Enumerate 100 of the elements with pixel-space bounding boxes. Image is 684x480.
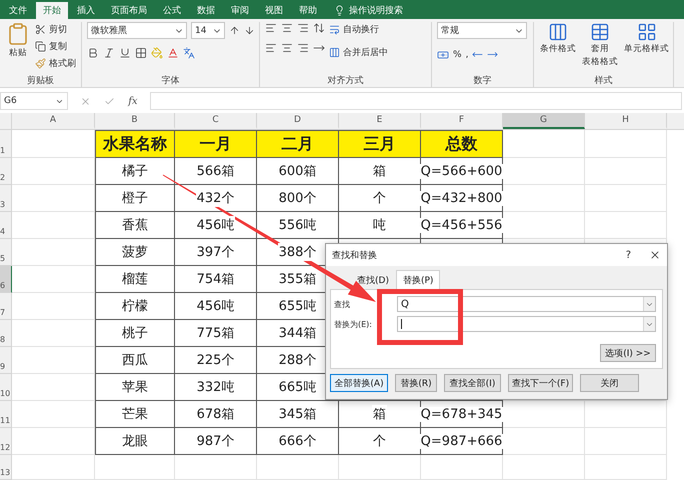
column-header[interactable]: C <box>175 113 257 129</box>
table-cell: 菠萝 <box>95 239 175 266</box>
table-cell: 西瓜 <box>95 347 175 374</box>
table-cell: 芒果 <box>95 401 175 428</box>
dialog-button[interactable]: 关闭 <box>580 374 639 392</box>
header-cell: 水果名称 <box>95 130 175 158</box>
ribbon-tab[interactable]: 公式 <box>156 2 188 19</box>
style-button[interactable]: 条件格式 <box>539 22 577 74</box>
style-button[interactable]: 单元格样式 <box>623 22 670 74</box>
dialog-button[interactable]: 全部替换(A) <box>330 374 388 392</box>
table-cell: 个 <box>339 428 421 455</box>
group-label: 数字 <box>474 74 492 87</box>
group-label: 样式 <box>594 74 612 87</box>
merge-center-button[interactable]: 合并后居中 <box>329 45 388 60</box>
header-cell: 一月 <box>175 130 257 158</box>
table-cell: 600箱 <box>257 158 339 185</box>
header-cell: 二月 <box>257 130 339 158</box>
table-cell: 香蕉 <box>95 212 175 239</box>
row-number[interactable]: 8 <box>0 320 12 347</box>
dialog-button[interactable]: 替换(R) <box>395 374 437 392</box>
table-cell: Q=432+800 <box>421 185 503 212</box>
row-number[interactable]: 7 <box>0 293 12 320</box>
table-cell: 775箱 <box>175 320 257 347</box>
table-cell: 754箱 <box>175 266 257 293</box>
table-cell: 个 <box>339 185 421 212</box>
find-field[interactable]: Q <box>397 296 656 312</box>
ribbon-tab[interactable]: 插入 <box>70 2 102 19</box>
comma-button[interactable]: , <box>466 47 468 62</box>
group-label: 对齐方式 <box>328 74 364 87</box>
ribbon-tab[interactable]: 帮助 <box>292 2 324 19</box>
row-number[interactable]: 3 <box>0 185 12 212</box>
row-number[interactable]: 1 <box>0 130 12 158</box>
row-number[interactable]: 11 <box>0 401 12 428</box>
dialog-tab[interactable]: 替换(P) <box>396 270 440 290</box>
wrap-text-button[interactable]: 自动换行 <box>329 22 388 37</box>
table-cell: 556吨 <box>257 212 339 239</box>
ribbon-tab[interactable]: 页面布局 <box>104 2 154 19</box>
row-number[interactable]: 9 <box>0 347 12 374</box>
table-cell: 566箱 <box>175 158 257 185</box>
ribbon-tab[interactable]: 数据 <box>190 2 222 19</box>
table-cell: 吨 <box>339 212 421 239</box>
table-cell: Q=987+666 <box>421 428 503 455</box>
help-button[interactable]: ? <box>616 250 641 260</box>
style-button[interactable]: 套用 表格格式 <box>581 22 619 74</box>
header-cell: 总数 <box>421 130 503 158</box>
table-cell: 龙眼 <box>95 428 175 455</box>
column-header[interactable]: E <box>339 113 421 129</box>
column-header[interactable]: H <box>585 113 667 129</box>
ribbon-tab[interactable]: 文件 <box>2 2 34 19</box>
table-cell: 332吨 <box>175 374 257 401</box>
table-cell: 箱 <box>339 401 421 428</box>
table-cell: 456吨 <box>175 293 257 320</box>
row-number[interactable]: 5 <box>0 239 12 266</box>
row-number[interactable]: 4 <box>0 212 12 239</box>
font-size-field[interactable]: 14 <box>191 22 225 39</box>
table-cell: 箱 <box>339 158 421 185</box>
table-cell: 柠檬 <box>95 293 175 320</box>
cut-button[interactable]: 剪切 <box>35 22 76 37</box>
ribbon-tab[interactable]: 视图 <box>258 2 290 19</box>
table-cell: 345箱 <box>257 401 339 428</box>
row-number[interactable]: 12 <box>0 428 12 455</box>
table-cell: Q=456+556 <box>421 212 503 239</box>
table-cell: 榴莲 <box>95 266 175 293</box>
insert-function-button[interactable]: fx <box>128 96 138 106</box>
table-cell: 987个 <box>175 428 257 455</box>
dialog-title: 查找和替换 <box>332 250 378 262</box>
font-name-field[interactable]: 微软雅黑 <box>87 22 187 39</box>
ribbon-tab[interactable]: 审阅 <box>224 2 256 19</box>
table-cell: 397个 <box>175 239 257 266</box>
row-number[interactable]: 2 <box>0 158 12 185</box>
table-cell: 225个 <box>175 347 257 374</box>
table-cell: 666个 <box>257 428 339 455</box>
table-cell: 苹果 <box>95 374 175 401</box>
percent-button[interactable]: % <box>453 47 462 62</box>
copy-button[interactable]: 复制 <box>35 39 76 54</box>
group-label: 剪贴板 <box>27 74 54 87</box>
format-painter-button[interactable]: 格式刷 <box>35 56 76 71</box>
row-number[interactable]: 10 <box>0 374 12 401</box>
header-cell: 三月 <box>339 130 421 158</box>
dialog-button[interactable]: 查找下一个(F) <box>508 374 573 392</box>
options-button[interactable]: 选项(I) >> <box>600 344 656 362</box>
table-cell: Q=678+345 <box>421 401 503 428</box>
column-header[interactable]: A <box>12 113 95 129</box>
table-cell: 678箱 <box>175 401 257 428</box>
column-header[interactable]: D <box>257 113 339 129</box>
table-cell: 桃子 <box>95 320 175 347</box>
table-cell: 橙子 <box>95 185 175 212</box>
column-header[interactable]: B <box>95 113 175 129</box>
number-format-field[interactable]: 常规 <box>437 22 527 39</box>
tell-me-search[interactable]: 操作说明搜索 <box>349 4 403 17</box>
column-header[interactable]: G <box>503 113 585 129</box>
row-number[interactable]: 6 <box>0 266 12 293</box>
dialog-button[interactable]: 查找全部(I) <box>444 374 501 392</box>
table-cell: 800个 <box>257 185 339 212</box>
row-number[interactable]: 13 <box>0 455 12 480</box>
ribbon-tab[interactable]: 开始 <box>36 2 68 19</box>
table-cell: 432个 <box>175 185 257 212</box>
name-box[interactable]: G6 <box>0 92 68 110</box>
dialog-tab[interactable]: 查找(D) <box>350 270 396 290</box>
paste-button[interactable]: 粘贴 <box>5 22 31 74</box>
